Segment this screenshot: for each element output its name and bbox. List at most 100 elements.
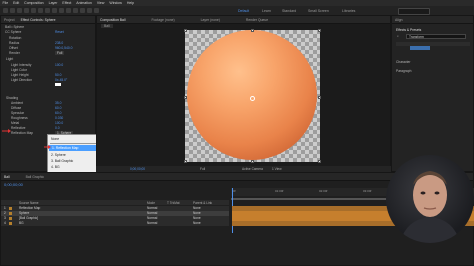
menu-animation[interactable]: Animation: [74, 1, 95, 5]
rotate-tool-icon[interactable]: [31, 8, 36, 13]
dropdown-item-none[interactable]: None: [51, 137, 59, 141]
dropdown-item-sphere[interactable]: 2. Sphere: [51, 153, 66, 157]
transform-handle[interactable]: [251, 160, 254, 163]
menu-file[interactable]: File: [0, 1, 11, 5]
layer-mode[interactable]: Normal: [147, 206, 157, 210]
menu-view[interactable]: View: [94, 1, 107, 5]
layer-label-color[interactable]: [9, 212, 12, 215]
layer-mode[interactable]: Normal: [147, 211, 157, 215]
light-direction-value[interactable]: 0x-45.0°: [55, 78, 67, 82]
group-shading[interactable]: Shading: [6, 96, 18, 100]
transform-handle[interactable]: [184, 29, 187, 32]
dropdown-item-reflection-map[interactable]: 1. Reflection Map: [49, 145, 98, 151]
viewer-timecode[interactable]: 0;00;00;00: [130, 167, 145, 171]
layer-name[interactable]: Reflection Map: [19, 206, 40, 210]
prop-rotation[interactable]: Rotation: [9, 36, 21, 40]
workspace-learn[interactable]: Learn: [262, 9, 271, 13]
views-select[interactable]: 1 View: [272, 167, 282, 171]
layer-name[interactable]: Sphere: [19, 211, 29, 215]
tab-timeline-ball[interactable]: Ball: [1, 175, 13, 179]
diffuse-value[interactable]: 60.0: [55, 106, 61, 110]
pen-tool-icon[interactable]: [59, 8, 64, 13]
layer-name[interactable]: [Ball Graphic]: [19, 216, 38, 220]
roughness-value[interactable]: 0.030: [55, 116, 63, 120]
layer-parent[interactable]: None: [193, 211, 201, 215]
group-light[interactable]: Light: [6, 57, 13, 61]
brush-tool-icon[interactable]: [73, 8, 78, 13]
transform-handle[interactable]: [251, 29, 254, 32]
pan-tool-icon[interactable]: [45, 8, 50, 13]
preset-selected-row[interactable]: [410, 46, 430, 50]
section-paragraph[interactable]: Paragraph: [396, 69, 411, 73]
eraser-tool-icon[interactable]: [87, 8, 92, 13]
light-intensity-value[interactable]: 100.0: [55, 63, 63, 67]
reset-link[interactable]: Reset: [55, 30, 64, 34]
effects-presets-title[interactable]: Effects & Presets: [396, 28, 421, 32]
transform-handle[interactable]: [318, 96, 321, 99]
layer-parent[interactable]: None: [193, 206, 201, 210]
metal-value[interactable]: 100.0: [55, 121, 63, 125]
anchor-point-icon[interactable]: [250, 96, 255, 101]
light-height-value[interactable]: 50.0: [55, 73, 61, 77]
layer-parent[interactable]: None: [193, 216, 201, 220]
preset-result-row[interactable]: [396, 42, 470, 46]
menu-help[interactable]: Help: [124, 1, 136, 5]
menu-layer[interactable]: Layer: [46, 1, 60, 5]
layer-mode[interactable]: Normal: [147, 221, 157, 225]
effects-search-input[interactable]: Transform: [406, 34, 466, 39]
workspace-default[interactable]: Default: [238, 9, 249, 13]
work-area-bar[interactable]: [231, 198, 391, 200]
specular-value[interactable]: 60.0: [55, 111, 61, 115]
dropdown-item-bg[interactable]: 4. BG: [51, 165, 60, 169]
workspace-small-screen[interactable]: Small Screen: [308, 9, 329, 13]
transform-handle[interactable]: [184, 160, 187, 163]
layer-label-color[interactable]: [9, 217, 12, 220]
type-tool-icon[interactable]: [66, 8, 71, 13]
section-align[interactable]: Align: [392, 18, 406, 22]
search-help-field[interactable]: [398, 8, 430, 15]
dropdown-item-ball-graphic[interactable]: 3. Ball Graphic: [51, 159, 73, 163]
radius-value[interactable]: 238.0: [55, 41, 63, 45]
tab-timeline-ball-graphic[interactable]: Ball Graphic: [23, 175, 47, 179]
reflective-value[interactable]: 0.0: [55, 126, 60, 130]
ambient-value[interactable]: 35.0: [55, 101, 61, 105]
transform-handle[interactable]: [184, 96, 187, 99]
tab-effect-controls[interactable]: Effect Controls: Sphere: [18, 18, 59, 22]
hand-tool-icon[interactable]: [17, 8, 22, 13]
layer-label-color[interactable]: [9, 222, 12, 225]
layer-name[interactable]: BG: [19, 221, 24, 225]
camera-tool-icon[interactable]: [38, 8, 43, 13]
camera-select[interactable]: Active Camera: [242, 167, 263, 171]
menu-window[interactable]: Window: [107, 1, 124, 5]
transform-handle[interactable]: [318, 29, 321, 32]
resolution-select[interactable]: Full: [200, 167, 205, 171]
zoom-tool-icon[interactable]: [24, 8, 29, 13]
tab-render-queue[interactable]: Render Queue: [243, 18, 271, 22]
effect-cc-sphere[interactable]: CC Sphere: [5, 30, 21, 34]
workspace-standard[interactable]: Standard: [282, 9, 296, 13]
layer-mode[interactable]: Normal: [147, 216, 157, 220]
transform-handle[interactable]: [318, 160, 321, 163]
comp-flow-tab[interactable]: Ball: [101, 24, 113, 28]
tab-layer[interactable]: Layer (none): [198, 18, 223, 22]
selection-tool-icon[interactable]: [10, 8, 15, 13]
layer-label-color[interactable]: [9, 207, 12, 210]
workspace-libraries[interactable]: Libraries: [342, 9, 355, 13]
menu-edit[interactable]: Edit: [11, 1, 22, 5]
render-select[interactable]: Full: [55, 51, 65, 55]
offset-value[interactable]: 960.0,540.0: [55, 46, 72, 50]
shape-tool-icon[interactable]: [52, 8, 57, 13]
puppet-tool-icon[interactable]: [94, 8, 99, 13]
timeline-timecode[interactable]: 0;00;00;00: [4, 182, 23, 187]
layer-parent[interactable]: None: [193, 221, 201, 225]
menu-effect[interactable]: Effect: [60, 1, 74, 5]
tab-composition[interactable]: Composition Ball: [97, 18, 128, 22]
menu-composition[interactable]: Composition: [22, 1, 46, 5]
stamp-tool-icon[interactable]: [80, 8, 85, 13]
layer-row[interactable]: 4 BG Normal None: [1, 221, 229, 226]
tab-project[interactable]: Project: [1, 18, 18, 22]
tab-footage[interactable]: Footage (none): [148, 18, 177, 22]
light-color-swatch[interactable]: [55, 83, 61, 86]
home-icon[interactable]: [3, 8, 8, 13]
section-character[interactable]: Character: [396, 60, 410, 64]
